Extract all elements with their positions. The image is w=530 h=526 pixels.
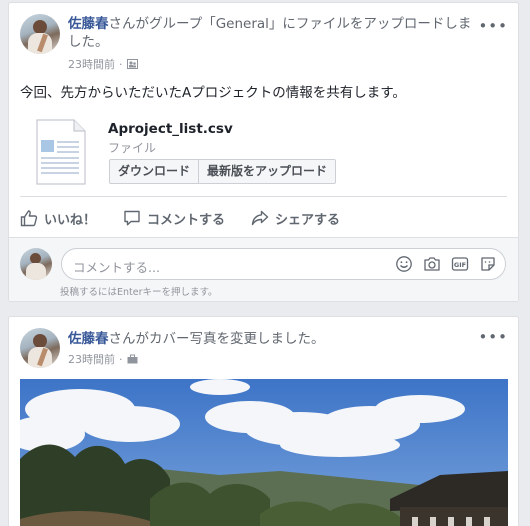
sticker-icon[interactable] [479, 255, 497, 273]
file-button-group: ダウンロード 最新版をアップロード [109, 159, 337, 184]
download-button[interactable]: ダウンロード [110, 160, 198, 183]
cover-photo[interactable] [20, 379, 508, 526]
emoji-icon[interactable] [395, 255, 413, 273]
divider [20, 196, 507, 197]
enter-hint: 投稿するにはEnterキーを押します。 [60, 287, 218, 298]
post-meta: 23時間前 · [68, 351, 138, 367]
avatar[interactable] [20, 14, 60, 54]
share-icon [251, 210, 269, 226]
comment-section: コメントする... GIF 投稿するにはEnterキーを押します。 [9, 237, 518, 301]
comment-input[interactable]: コメントする... GIF [61, 248, 506, 280]
post-body-text: 今回、先方からいただいたAプロジェクトの情報を共有します。 [20, 85, 406, 101]
file-type-label: ファイル [108, 141, 157, 155]
share-label: シェアする [275, 212, 341, 228]
comment-label: コメントする [147, 212, 226, 228]
feed-post-file-upload: 佐藤春さんがグループ「General」にファイルをアップロードしました。 23時… [8, 2, 519, 302]
like-button[interactable]: いいね！ [20, 206, 123, 230]
gif-icon[interactable]: GIF [451, 255, 469, 273]
post-meta: 23時間前 · [68, 56, 138, 72]
post-actions: いいね！ コメントする シェアする [20, 206, 340, 230]
more-options-button[interactable]: ••• [478, 328, 508, 346]
headline-text: さんがカバー写真を変更しました。 [108, 331, 325, 347]
svg-text:GIF: GIF [454, 261, 466, 269]
comment-tools: GIF [395, 255, 497, 273]
headline-text: さんがグループ「General」にファイルをアップロードしました。 [68, 16, 472, 50]
comment-icon [124, 210, 140, 226]
feed-post-cover-photo: 佐藤春さんがカバー写真を変更しました。 23時間前 · ••• [8, 316, 519, 526]
camera-icon[interactable] [423, 255, 441, 273]
like-label: いいね！ [44, 212, 97, 228]
post-headline: 佐藤春さんがカバー写真を変更しました。 [68, 330, 478, 348]
group-icon[interactable] [126, 59, 138, 69]
thumbs-up-icon [20, 210, 38, 227]
upload-latest-button[interactable]: 最新版をアップロード [198, 160, 335, 183]
file-name-link[interactable]: Aproject_list.csv [108, 121, 233, 137]
commenter-avatar[interactable] [20, 248, 52, 280]
timestamp[interactable]: 23時間前 [68, 56, 115, 72]
comment-placeholder: コメントする... [73, 260, 160, 275]
more-options-button[interactable]: ••• [478, 17, 508, 35]
share-button[interactable]: シェアする [251, 206, 340, 230]
avatar[interactable] [20, 328, 60, 368]
csv-file-icon[interactable] [36, 119, 86, 185]
author-name-link[interactable]: 佐藤春 [68, 16, 109, 32]
comment-button[interactable]: コメントする [123, 206, 251, 230]
author-name-link[interactable]: 佐藤春 [68, 331, 109, 347]
briefcase-icon[interactable] [127, 354, 138, 364]
timestamp[interactable]: 23時間前 [68, 351, 115, 367]
post-headline: 佐藤春さんがグループ「General」にファイルをアップロードしました。 [68, 15, 478, 51]
